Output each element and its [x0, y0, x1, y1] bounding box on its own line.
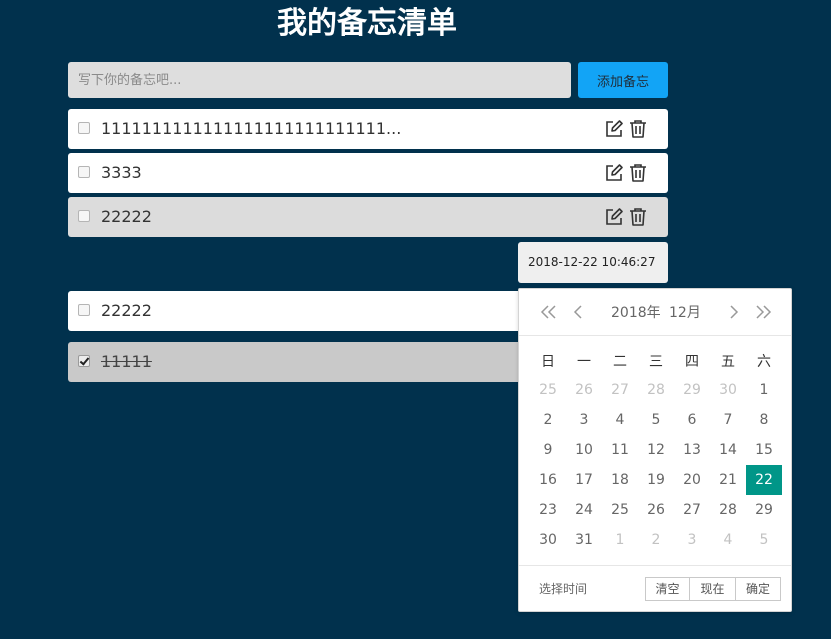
next-month-icon[interactable] — [723, 304, 743, 320]
calendar-day[interactable]: 28 — [710, 495, 746, 525]
calendar-day[interactable]: 14 — [710, 435, 746, 465]
memo-text: 1111111111111111111111111111... — [101, 119, 402, 138]
memo-item: 3333 — [68, 153, 668, 193]
picker-year[interactable]: 2018年 — [611, 289, 661, 337]
calendar-day[interactable]: 23 — [530, 495, 566, 525]
edit-icon[interactable] — [604, 207, 624, 227]
calendar-day[interactable]: 1 — [602, 525, 638, 555]
memo-checkbox[interactable] — [78, 122, 90, 134]
memo-text: 22222 — [101, 301, 152, 320]
trash-icon[interactable] — [628, 163, 648, 183]
select-time-link[interactable]: 选择时间 — [539, 566, 587, 612]
calendar-day-selected[interactable]: 22 — [746, 465, 782, 495]
weekday-label: 五 — [721, 354, 735, 370]
date-picker: 2018年 12月 日一二三四五六 25 26 27 28 29 30 1 2 3 4 5 6 7 8 9 1… — [518, 288, 792, 612]
weekday-label: 二 — [613, 354, 627, 370]
next-year-icon[interactable] — [753, 304, 773, 320]
calendar-day[interactable]: 19 — [638, 465, 674, 495]
confirm-button[interactable]: 确定 — [735, 577, 781, 601]
memo-text: 3333 — [101, 163, 142, 182]
calendar-day[interactable]: 24 — [566, 495, 602, 525]
memo-item: 1111111111111111111111111111... — [68, 109, 668, 149]
add-memo-button[interactable]: 添加备忘 — [578, 62, 668, 98]
calendar-day[interactable]: 16 — [530, 465, 566, 495]
memo-datetime-field[interactable]: 2018-12-22 10:46:27 — [518, 242, 668, 283]
calendar-day[interactable]: 15 — [746, 435, 782, 465]
memo-actions — [604, 207, 650, 227]
weekday-label: 六 — [757, 354, 771, 370]
calendar-day[interactable]: 30 — [530, 525, 566, 555]
trash-icon[interactable] — [628, 207, 648, 227]
page-title: 我的备忘清单 — [277, 6, 457, 41]
calendar-day[interactable]: 12 — [638, 435, 674, 465]
calendar-day[interactable]: 17 — [566, 465, 602, 495]
calendar-day[interactable]: 29 — [746, 495, 782, 525]
weekday-label: 一 — [577, 354, 591, 370]
memo-checkbox[interactable] — [78, 166, 90, 178]
now-button[interactable]: 现在 — [690, 577, 736, 601]
calendar-day[interactable]: 10 — [566, 435, 602, 465]
calendar-day[interactable]: 20 — [674, 465, 710, 495]
calendar-day[interactable]: 30 — [710, 375, 746, 405]
memo-checkbox[interactable] — [78, 355, 90, 367]
memo-actions — [604, 163, 650, 183]
calendar-day[interactable]: 9 — [530, 435, 566, 465]
calendar-day[interactable]: 3 — [674, 525, 710, 555]
memo-item: 22222 — [68, 197, 668, 237]
weekday-label: 日 — [541, 354, 555, 370]
calendar-day[interactable]: 7 — [710, 405, 746, 435]
calendar-day[interactable]: 2 — [530, 405, 566, 435]
memo-actions — [604, 119, 650, 139]
calendar-day[interactable]: 21 — [710, 465, 746, 495]
calendar-day[interactable]: 5 — [638, 405, 674, 435]
memo-text: 22222 — [101, 207, 152, 226]
clear-button[interactable]: 清空 — [645, 577, 690, 601]
calendar-day[interactable]: 13 — [674, 435, 710, 465]
calendar-day[interactable]: 29 — [674, 375, 710, 405]
edit-icon[interactable] — [604, 119, 624, 139]
picker-month[interactable]: 12月 — [669, 289, 701, 337]
calendar-day[interactable]: 25 — [530, 375, 566, 405]
calendar-day[interactable]: 28 — [638, 375, 674, 405]
weekday-label: 三 — [649, 354, 663, 370]
calendar-day[interactable]: 26 — [566, 375, 602, 405]
memo-checkbox[interactable] — [78, 304, 90, 316]
calendar-day[interactable]: 4 — [710, 525, 746, 555]
memo-input[interactable] — [68, 62, 571, 98]
calendar-day[interactable]: 1 — [746, 375, 782, 405]
calendar-day[interactable]: 31 — [566, 525, 602, 555]
calendar-day[interactable]: 18 — [602, 465, 638, 495]
weekday-label: 四 — [685, 354, 699, 370]
calendar-day[interactable]: 27 — [602, 375, 638, 405]
memo-checkbox[interactable] — [78, 210, 90, 222]
prev-year-icon[interactable] — [539, 304, 559, 320]
calendar-day[interactable]: 27 — [674, 495, 710, 525]
trash-icon[interactable] — [628, 119, 648, 139]
memo-text: 11111 — [101, 352, 152, 371]
date-picker-header: 2018年 12月 — [519, 289, 791, 336]
calendar-day[interactable]: 26 — [638, 495, 674, 525]
calendar-day[interactable]: 5 — [746, 525, 782, 555]
prev-month-icon[interactable] — [569, 304, 589, 320]
calendar-day[interactable]: 3 — [566, 405, 602, 435]
calendar-day[interactable]: 25 — [602, 495, 638, 525]
calendar-day[interactable]: 6 — [674, 405, 710, 435]
edit-icon[interactable] — [604, 163, 624, 183]
calendar-day[interactable]: 8 — [746, 405, 782, 435]
date-picker-footer: 选择时间 清空 现在 确定 — [519, 565, 791, 612]
calendar-day[interactable]: 2 — [638, 525, 674, 555]
calendar-day[interactable]: 11 — [602, 435, 638, 465]
calendar-day[interactable]: 4 — [602, 405, 638, 435]
